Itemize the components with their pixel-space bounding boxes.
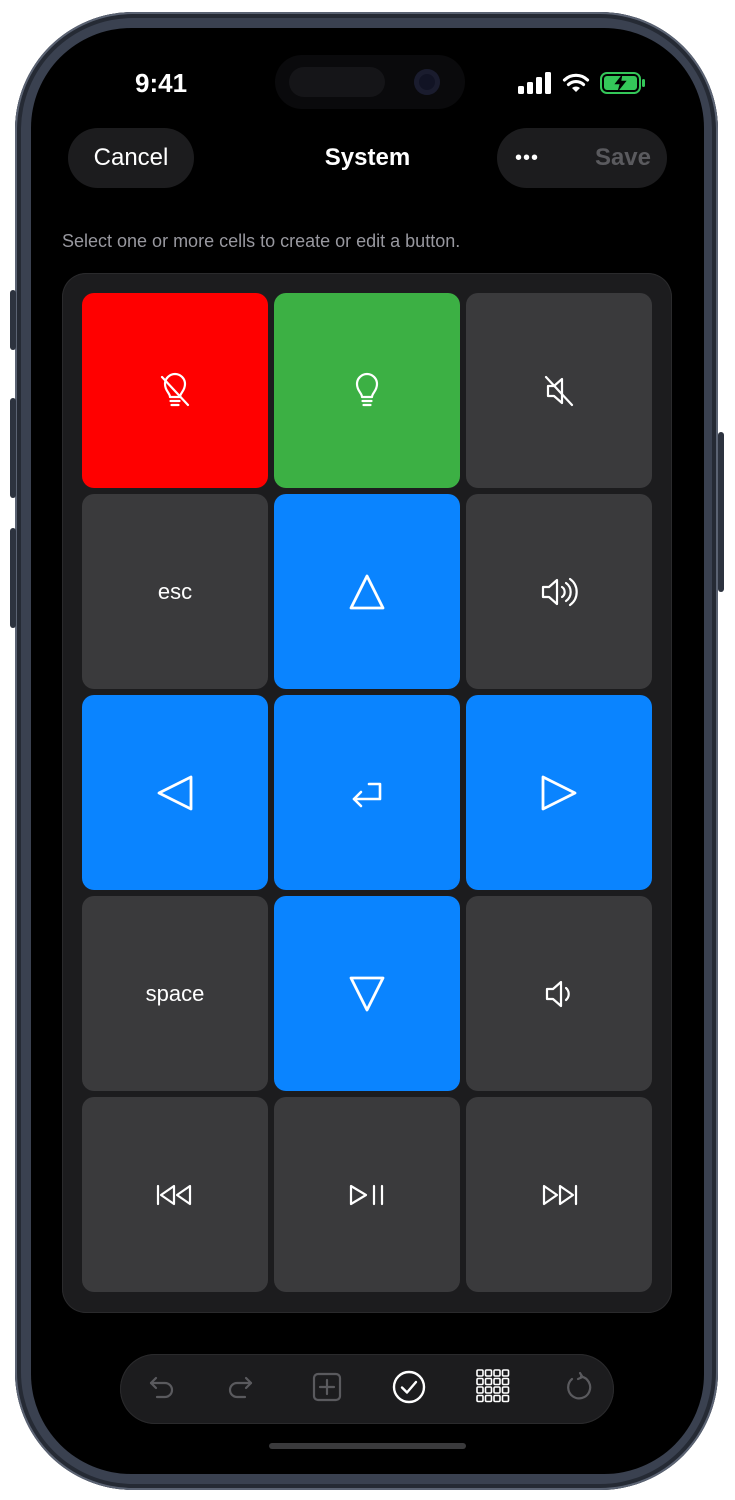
wifi-icon xyxy=(562,73,590,92)
grid-cell-light-off[interactable] xyxy=(82,293,268,488)
grid-cell-return[interactable] xyxy=(274,695,460,890)
status-time: 9:41 xyxy=(135,68,188,98)
grid-cell-label: esc xyxy=(157,578,193,604)
grid-cell-left[interactable] xyxy=(82,695,268,890)
grid-cell-up[interactable] xyxy=(274,494,460,689)
grid-cell-play-pause[interactable] xyxy=(274,1097,460,1292)
grid-cell-next[interactable] xyxy=(466,1097,652,1292)
grid-cell-label: space xyxy=(145,980,205,1006)
action-button xyxy=(10,290,16,350)
grid-cell-mute[interactable] xyxy=(466,293,652,488)
triangle-up-icon xyxy=(345,570,389,614)
cellular-signal-icon xyxy=(518,72,551,94)
bottom-toolbar xyxy=(120,1354,614,1424)
grid-cell-light-on[interactable] xyxy=(274,293,460,488)
rotate-icon xyxy=(561,1371,593,1408)
home-indicator xyxy=(269,1443,466,1449)
volume-up-button xyxy=(10,398,16,498)
grid-button[interactable] xyxy=(476,1368,510,1405)
hint-text: Select one or more cells to create or ed… xyxy=(62,231,461,251)
return-arrow-icon xyxy=(345,773,389,813)
grid-cell-right[interactable] xyxy=(466,695,652,890)
more-button[interactable]: ••• xyxy=(515,147,539,170)
grid-cell-volume-down[interactable] xyxy=(466,896,652,1091)
grid-icon xyxy=(476,1368,512,1410)
camera-icon xyxy=(414,69,440,95)
speaker-wave-icon xyxy=(537,572,581,612)
battery-charging-icon xyxy=(600,72,645,94)
grid-cell-down[interactable] xyxy=(274,896,460,1091)
status-icons xyxy=(518,72,646,94)
play-pause-icon xyxy=(347,1182,387,1208)
undo-icon xyxy=(143,1371,175,1408)
triangle-down-icon xyxy=(345,972,389,1016)
button-grid-panel: esc space xyxy=(62,273,672,1313)
reset-button[interactable] xyxy=(561,1371,593,1408)
grid-cell-esc[interactable]: esc xyxy=(82,494,268,689)
lightbulb-slash-icon xyxy=(155,371,195,411)
dynamic-island xyxy=(275,55,465,109)
backward-icon xyxy=(155,1182,195,1208)
triangle-right-icon xyxy=(537,771,581,815)
speaker-low-icon xyxy=(539,974,579,1014)
undo-button[interactable] xyxy=(143,1373,175,1405)
button-grid: esc space xyxy=(82,293,652,1292)
grid-cell-previous[interactable] xyxy=(82,1097,268,1292)
redo-button[interactable] xyxy=(227,1373,259,1405)
checkmark-circle-icon xyxy=(392,1370,426,1409)
screen: 9:41 Cancel System ••• Save Select one o… xyxy=(31,28,704,1474)
redo-icon xyxy=(227,1371,259,1408)
add-button[interactable] xyxy=(311,1371,343,1408)
forward-icon xyxy=(539,1182,579,1208)
volume-down-button xyxy=(10,528,16,628)
select-button[interactable] xyxy=(392,1370,426,1405)
triangle-left-icon xyxy=(153,771,197,815)
more-save-group: ••• Save xyxy=(497,128,667,188)
save-button[interactable]: Save xyxy=(595,144,651,172)
lightbulb-icon xyxy=(347,371,387,411)
power-button xyxy=(718,432,724,592)
grid-cell-volume-up[interactable] xyxy=(466,494,652,689)
speaker-slash-icon xyxy=(539,371,579,411)
plus-square-icon xyxy=(311,1371,343,1408)
grid-cell-space[interactable]: space xyxy=(82,896,268,1091)
